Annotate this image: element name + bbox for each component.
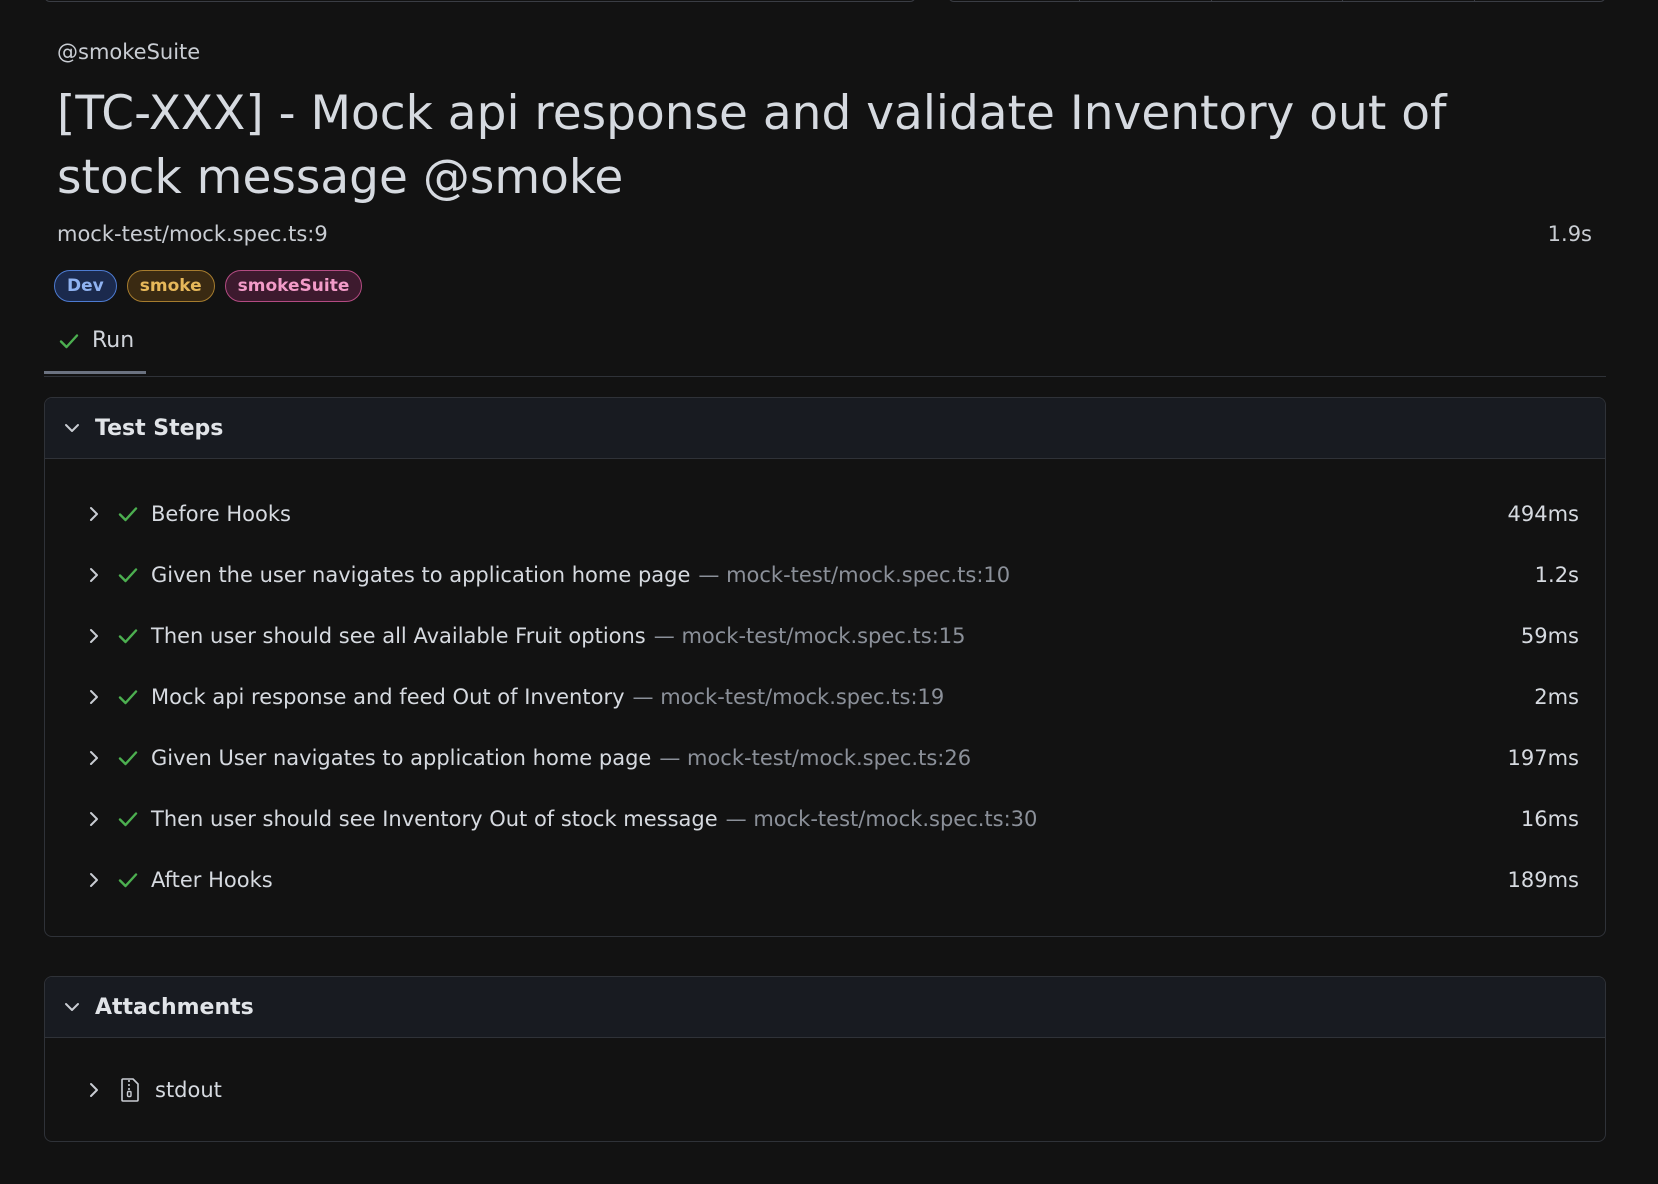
step-location: — mock-test/mock.spec.ts:30 <box>725 806 1038 831</box>
step-location: — mock-test/mock.spec.ts:15 <box>653 623 966 648</box>
project-name: @smokeSuite <box>57 40 201 64</box>
chevron-right-icon[interactable] <box>83 747 105 769</box>
step-duration: 197ms <box>1507 745 1579 770</box>
chevron-down-icon <box>61 996 83 1018</box>
file-zip-icon <box>119 1077 141 1103</box>
chevron-right-icon[interactable] <box>83 808 105 830</box>
tag-dev[interactable]: Dev <box>54 270 117 302</box>
step-title: Before Hooks <box>151 501 291 526</box>
tab-run[interactable]: Run <box>44 322 146 374</box>
step-location: — mock-test/mock.spec.ts:26 <box>659 745 972 770</box>
step-row[interactable]: Then user should see Inventory Out of st… <box>45 788 1605 849</box>
top-card-left <box>44 0 916 2</box>
test-result-page: @smokeSuite [TC-XXX] - Mock api response… <box>0 0 1658 1184</box>
check-icon <box>117 564 139 586</box>
chevron-right-icon[interactable] <box>83 869 105 891</box>
test-steps-panel: Test Steps Before Hooks 494ms Given the … <box>44 397 1606 937</box>
check-icon <box>117 808 139 830</box>
test-steps-header[interactable]: Test Steps <box>45 398 1605 459</box>
test-steps-title: Test Steps <box>95 415 224 441</box>
check-icon <box>117 869 139 891</box>
chevron-right-icon[interactable] <box>83 625 105 647</box>
test-title: [TC-XXX] - Mock api response and validat… <box>57 86 1447 205</box>
step-list: Before Hooks 494ms Given the user naviga… <box>45 459 1605 910</box>
step-location: — mock-test/mock.spec.ts:10 <box>698 562 1011 587</box>
step-location: — mock-test/mock.spec.ts:19 <box>632 684 945 709</box>
step-title: After Hooks <box>151 867 273 892</box>
tag-smoke[interactable]: smoke <box>126 270 215 302</box>
step-duration: 2ms <box>1534 684 1579 709</box>
attachments-panel: Attachments stdout <box>44 976 1606 1142</box>
top-card-right <box>948 0 1606 2</box>
step-title: Mock api response and feed Out of Invent… <box>151 684 625 709</box>
step-row[interactable]: Before Hooks 494ms <box>45 483 1605 544</box>
check-icon <box>58 330 80 352</box>
step-row[interactable]: Given User navigates to application home… <box>45 727 1605 788</box>
test-location: mock-test/mock.spec.ts:9 <box>57 222 328 246</box>
step-duration: 494ms <box>1507 501 1579 526</box>
tag-smokesuite[interactable]: smokeSuite <box>224 270 363 302</box>
chevron-right-icon[interactable] <box>83 1079 105 1101</box>
check-icon <box>117 686 139 708</box>
step-row[interactable]: Mock api response and feed Out of Invent… <box>45 666 1605 727</box>
tag-list: Dev smoke smokeSuite <box>54 270 363 302</box>
check-icon <box>117 625 139 647</box>
step-title: Given User navigates to application home… <box>151 745 652 770</box>
step-duration: 189ms <box>1507 867 1579 892</box>
chevron-right-icon[interactable] <box>83 686 105 708</box>
step-title: Then user should see all Available Fruit… <box>151 623 646 648</box>
step-duration: 1.2s <box>1534 562 1579 587</box>
check-icon <box>117 747 139 769</box>
attachments-title: Attachments <box>95 994 254 1020</box>
attachments-header[interactable]: Attachments <box>45 977 1605 1038</box>
chevron-right-icon[interactable] <box>83 564 105 586</box>
step-title: Given the user navigates to application … <box>151 562 691 587</box>
step-row[interactable]: Then user should see all Available Fruit… <box>45 605 1605 666</box>
test-duration: 1.9s <box>1547 222 1592 246</box>
step-row[interactable]: Given the user navigates to application … <box>45 544 1605 605</box>
chevron-right-icon[interactable] <box>83 503 105 525</box>
chevron-down-icon <box>61 417 83 439</box>
step-duration: 16ms <box>1520 806 1579 831</box>
check-icon <box>117 503 139 525</box>
attachment-item[interactable]: stdout <box>45 1038 1605 1141</box>
step-row[interactable]: After Hooks 189ms <box>45 849 1605 910</box>
step-duration: 59ms <box>1520 623 1579 648</box>
run-tabs: Run <box>44 322 1606 377</box>
attachment-name: stdout <box>155 1078 222 1102</box>
step-title: Then user should see Inventory Out of st… <box>151 806 718 831</box>
tab-run-label: Run <box>92 328 135 353</box>
